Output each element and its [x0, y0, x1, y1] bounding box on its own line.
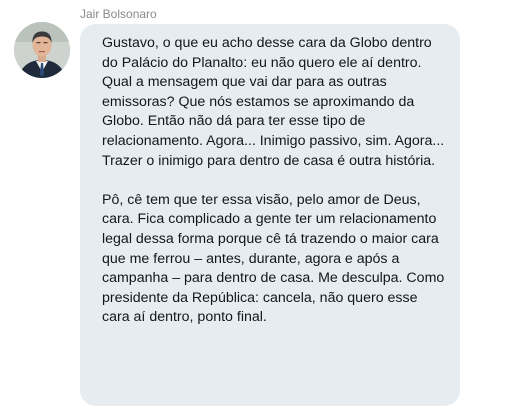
profile-photo-icon: [14, 22, 70, 78]
message-paragraph: Gustavo, o que eu acho desse cara da Glo…: [102, 35, 445, 169]
sender-name: Jair Bolsonaro: [80, 7, 157, 21]
avatar[interactable]: [14, 22, 70, 78]
message-paragraph: Pô, cê tem que ter essa visão, pelo amor…: [102, 191, 445, 326]
message-bubble[interactable]: Gustavo, o que eu acho desse cara da Glo…: [80, 24, 460, 406]
